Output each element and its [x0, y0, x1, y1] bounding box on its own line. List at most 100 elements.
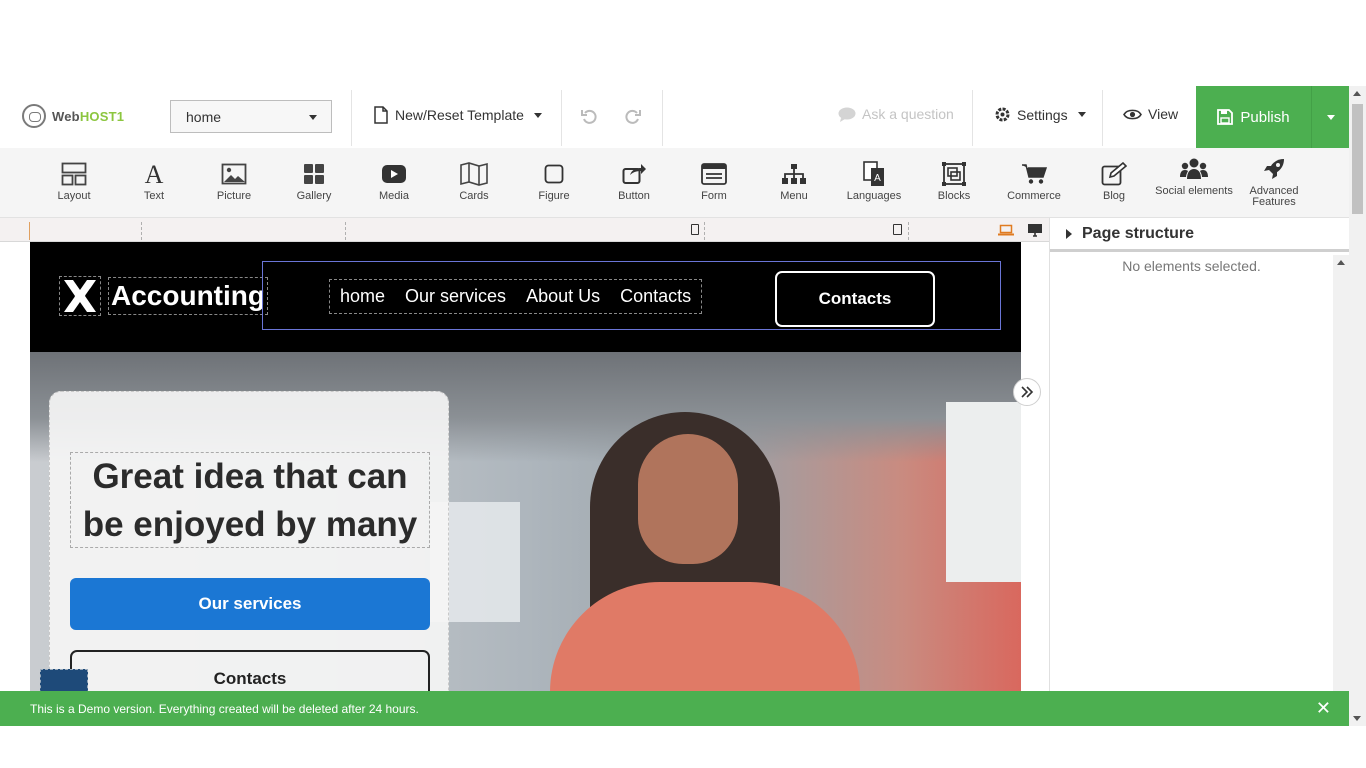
settings-label: Settings	[1017, 106, 1068, 123]
eye-icon	[1123, 109, 1142, 119]
ruler-mark	[345, 222, 346, 240]
nav-link-home[interactable]: home	[340, 286, 385, 307]
rocket-icon	[1264, 159, 1284, 179]
ask-question-button[interactable]: Ask a question	[838, 106, 954, 122]
hero-section[interactable]: Great idea that can be enjoyed by many O…	[30, 352, 1021, 726]
gallery-icon	[304, 164, 324, 184]
mobile-device-icon[interactable]	[691, 224, 699, 235]
editor-canvas[interactable]: Accounting home Our services About Us Co…	[0, 242, 1049, 726]
undo-button[interactable]	[580, 107, 598, 130]
page-structure-panel: Page structure No elements selected.	[1049, 218, 1350, 726]
page-select[interactable]: home	[170, 100, 332, 133]
gear-icon	[995, 107, 1010, 122]
webhost1-logo[interactable]: WebHOST1	[22, 104, 124, 128]
chevron-down-icon	[309, 115, 317, 120]
publish-group: Publish	[1196, 86, 1349, 148]
social-icon	[1180, 158, 1208, 179]
palette-item-layout[interactable]: Layout	[34, 160, 114, 202]
page-structure-header[interactable]: Page structure	[1050, 218, 1350, 252]
palette-label: Blog	[1102, 190, 1126, 202]
palette-item-social[interactable]: Social elements	[1154, 155, 1234, 197]
figure-icon	[544, 164, 564, 184]
ruler-mark	[908, 222, 909, 240]
collapse-panel-button[interactable]	[1013, 378, 1041, 406]
svg-text:A: A	[145, 162, 164, 186]
logo-prefix: Web	[52, 108, 80, 124]
undo-icon	[581, 109, 597, 124]
languages-icon: A	[863, 161, 884, 186]
blog-icon	[1101, 162, 1127, 186]
ruler-mark	[29, 222, 30, 240]
chevron-down-icon	[1077, 112, 1086, 117]
chevron-down-icon	[1326, 114, 1335, 120]
hero-card[interactable]: Great idea that can be enjoyed by many O…	[49, 391, 449, 726]
palette-item-blocks[interactable]: Blocks	[914, 160, 994, 202]
laptop-device-icon[interactable]	[998, 224, 1014, 236]
hero-background	[946, 402, 1021, 582]
nav-contacts-button[interactable]: Contacts	[775, 271, 935, 327]
view-button[interactable]: View	[1123, 106, 1178, 122]
menu-icon	[782, 164, 806, 184]
site-nav: home Our services About Us Contacts	[329, 279, 703, 314]
divider	[1102, 90, 1103, 146]
nav-link-contacts[interactable]: Contacts	[620, 286, 691, 307]
logo-suffix: HOST1	[79, 108, 125, 124]
scroll-up-icon[interactable]	[1353, 91, 1361, 96]
palette-item-gallery[interactable]: Gallery	[274, 160, 354, 202]
scroll-down-icon[interactable]	[1353, 716, 1361, 721]
settings-button[interactable]: Settings	[994, 106, 1086, 123]
divider	[351, 90, 352, 146]
palette-label: Media	[379, 190, 409, 202]
palette-item-picture[interactable]: Picture	[194, 160, 274, 202]
hero-photo-person	[638, 434, 738, 564]
publish-label: Publish	[1240, 108, 1290, 126]
nav-link-services[interactable]: Our services	[405, 286, 506, 307]
page-select-value: home	[186, 109, 222, 125]
template-label: New/Reset Template	[395, 107, 524, 123]
palette-label: Advanced Features	[1249, 185, 1299, 208]
commerce-icon	[1022, 164, 1047, 184]
palette-item-form[interactable]: Form	[674, 160, 754, 202]
palette-item-figure[interactable]: Figure	[514, 160, 594, 202]
ask-label: Ask a question	[862, 106, 954, 122]
palette-item-commerce[interactable]: Commerce	[994, 160, 1074, 202]
new-reset-template-button[interactable]: New/Reset Template	[373, 106, 542, 124]
device-ruler	[0, 218, 1049, 242]
palette-item-media[interactable]: Media	[354, 160, 434, 202]
palette-item-advanced[interactable]: Advanced Features	[1234, 155, 1314, 208]
svg-text:A: A	[874, 173, 881, 184]
publish-options-button[interactable]	[1311, 86, 1349, 148]
site-nav-container[interactable]: home Our services About Us Contacts Cont…	[262, 261, 1001, 330]
top-toolbar: WebHOST1 home New/Reset Template Ask a q…	[0, 86, 1349, 148]
view-label: View	[1148, 106, 1179, 122]
nav-link-about[interactable]: About Us	[526, 286, 600, 307]
page-scrollbar[interactable]	[1349, 86, 1366, 726]
layout-icon	[61, 162, 87, 186]
palette-item-blog[interactable]: Blog	[1074, 160, 1154, 202]
double-chevron-right-icon	[1021, 386, 1034, 398]
element-palette: Layout A Text Picture Gallery Media Card…	[0, 148, 1349, 218]
empty-selection-message: No elements selected.	[1122, 258, 1261, 274]
blocks-icon	[942, 162, 966, 186]
palette-label: Text	[143, 190, 165, 202]
close-icon[interactable]: ✕	[1316, 698, 1331, 719]
palette-label: Commerce	[1007, 190, 1061, 202]
panel-scrollbar[interactable]	[1333, 255, 1350, 726]
palette-item-menu[interactable]: Menu	[754, 160, 834, 202]
palette-label: Languages	[846, 190, 902, 202]
redo-button[interactable]	[624, 107, 642, 130]
palette-item-languages[interactable]: A Languages	[834, 160, 914, 202]
palette-label: Blocks	[937, 190, 971, 202]
caret-right-icon	[1066, 228, 1072, 239]
palette-item-cards[interactable]: Cards	[434, 160, 514, 202]
site-brand[interactable]: Accounting	[59, 276, 268, 316]
palette-item-text[interactable]: A Text	[114, 160, 194, 202]
palette-item-button[interactable]: Button	[594, 160, 674, 202]
publish-button[interactable]: Publish	[1196, 86, 1311, 148]
scrollbar-thumb[interactable]	[1352, 104, 1363, 214]
desktop-device-icon[interactable]	[1027, 223, 1043, 237]
logo-icon	[22, 104, 46, 128]
tablet-device-icon[interactable]	[893, 224, 902, 235]
hero-services-button[interactable]: Our services	[70, 578, 430, 630]
site-header[interactable]: Accounting home Our services About Us Co…	[30, 242, 1021, 352]
